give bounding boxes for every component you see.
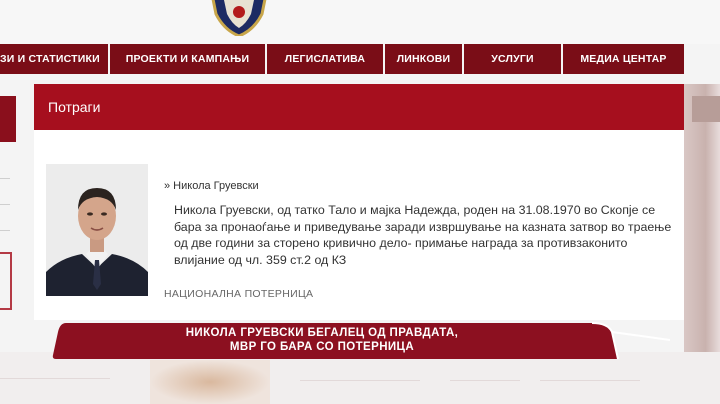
police-emblem-icon[interactable] bbox=[204, 0, 274, 38]
sidebar-box bbox=[0, 252, 12, 310]
wanted-panel: Потраги » Никола Груевски Никола Груевск… bbox=[34, 84, 684, 320]
main-navigation: ЗИ И СТАТИСТИКИ ПРОЕКТИ И КАМПАЊИ ЛЕГИСЛ… bbox=[0, 44, 684, 74]
nav-item-media-center[interactable]: МЕДИА ЦЕНТАР bbox=[563, 44, 684, 74]
wanted-category[interactable]: НАЦИОНАЛНА ПОТЕРНИЦА bbox=[164, 288, 313, 300]
sidebar-divider bbox=[0, 230, 10, 231]
sidebar-divider bbox=[0, 178, 10, 179]
sidebar-block[interactable] bbox=[0, 96, 16, 142]
right-edge-block bbox=[692, 96, 720, 122]
sidebar-divider bbox=[0, 204, 10, 205]
lower-divider bbox=[0, 378, 110, 379]
nav-item-legislation[interactable]: ЛЕГИСЛАТИВА bbox=[267, 44, 385, 74]
banner-line-2: МВР ГО БАРА СО ПОТЕРНИЦА bbox=[229, 341, 415, 353]
banner-headline: НИКОЛА ГРУЕВСКИ БЕГАЛЕЦ ОД ПРАВДАТА, МВР… bbox=[52, 326, 592, 354]
top-header bbox=[0, 0, 720, 44]
lower-divider bbox=[300, 380, 420, 381]
lower-divider bbox=[450, 380, 520, 381]
nav-item-links[interactable]: ЛИНКОВИ bbox=[385, 44, 464, 74]
panel-title: Потраги bbox=[34, 84, 684, 130]
banner-line-1: НИКОЛА ГРУЕВСКИ БЕГАЛЕЦ ОД ПРАВДАТА, bbox=[185, 327, 459, 339]
nav-item-projects[interactable]: ПРОЕКТИ И КАМПАЊИ bbox=[110, 44, 267, 74]
lower-divider bbox=[540, 380, 640, 381]
suspect-photo bbox=[46, 164, 148, 296]
lower-photo-blur bbox=[150, 360, 270, 404]
nav-item-statistics[interactable]: ЗИ И СТАТИСТИКИ bbox=[0, 44, 110, 74]
breadcrumb[interactable]: » Никола Груевски bbox=[164, 180, 259, 192]
wanted-description: Никола Груевски, од татко Тало и мајка Н… bbox=[174, 203, 672, 267]
nav-item-services[interactable]: УСЛУГИ bbox=[464, 44, 563, 74]
news-lower-third: НИКОЛА ГРУЕВСКИ БЕГАЛЕЦ ОД ПРАВДАТА, МВР… bbox=[52, 322, 672, 360]
